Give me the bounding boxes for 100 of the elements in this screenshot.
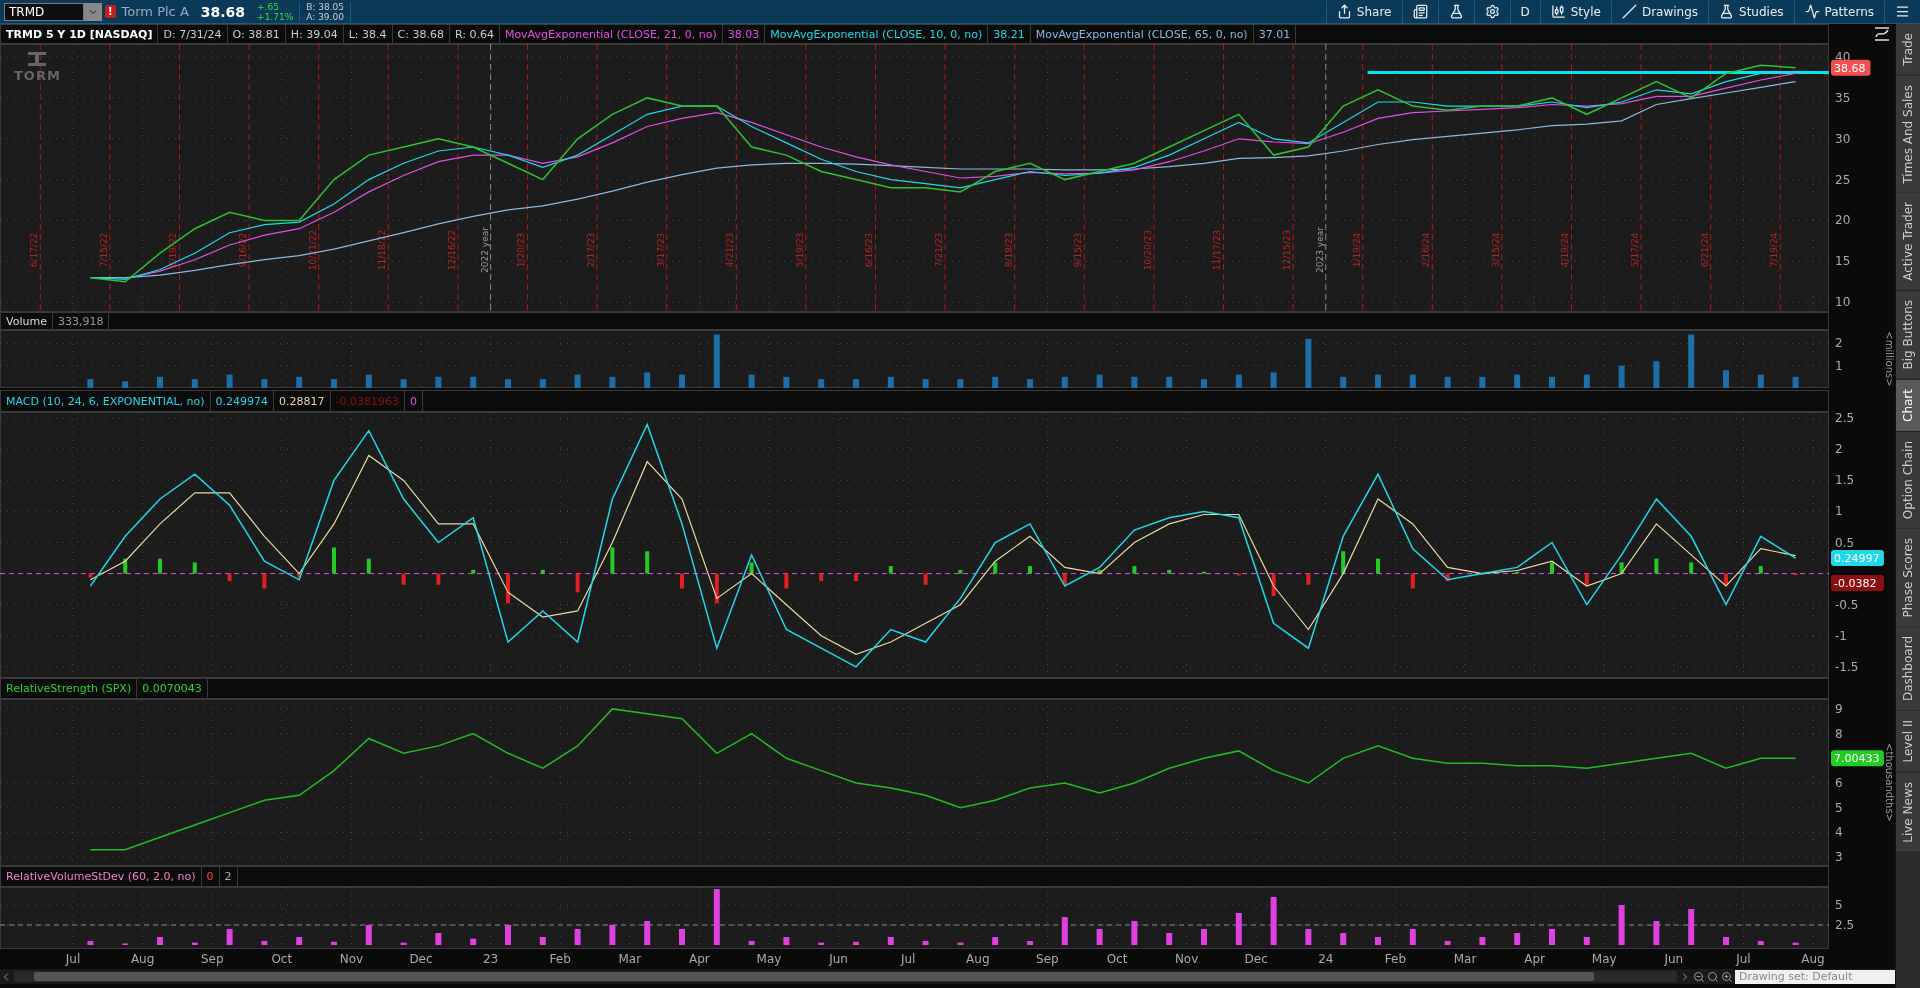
study-icon[interactable] (1873, 26, 1891, 42)
side-tab[interactable]: Phase Scores (1896, 528, 1920, 628)
volume-bar (122, 381, 129, 388)
share-icon (1336, 4, 1352, 19)
volume-bar (470, 376, 477, 388)
search-icon[interactable] (1707, 970, 1719, 983)
scrollbar[interactable] (14, 971, 1677, 982)
volume-bar (435, 376, 442, 388)
histogram-bar (749, 562, 754, 574)
alert-badge[interactable]: ! (105, 5, 116, 18)
histogram-bar (1376, 558, 1380, 574)
date-label: 3/17/23 (655, 232, 666, 268)
date-label: 6/16/23 (864, 232, 875, 268)
volume-bar (1201, 379, 1207, 388)
study-label: MovAvgExponential (CLOSE, 65, 0, no) (1030, 25, 1254, 43)
histogram-bar (993, 562, 998, 574)
side-tab[interactable]: Live News (1896, 773, 1920, 853)
date-label: 6/17/22 (29, 232, 40, 268)
study-label: 333,918 (52, 313, 110, 329)
zoom-in-icon[interactable] (1721, 970, 1733, 983)
month-label: Aug (1801, 952, 1825, 966)
deviation-bar (157, 937, 163, 945)
histogram-bar (227, 573, 232, 582)
period-button[interactable]: D (1509, 0, 1540, 23)
month-label: Mar (1453, 952, 1477, 966)
side-tab[interactable]: Chart (1896, 379, 1920, 432)
date-label: 1/19/24 (1351, 232, 1362, 268)
histogram-bar (1410, 573, 1415, 589)
histogram-bar (819, 573, 824, 582)
deviation-bar (992, 937, 999, 945)
month-label: Mar (618, 952, 642, 966)
volume-bar (1235, 374, 1242, 388)
side-tab[interactable]: Times And Sales (1896, 75, 1920, 194)
month-label: Jul (900, 952, 916, 966)
study-label: 38.03 (722, 25, 766, 43)
study-label: 0 (405, 391, 423, 411)
volume-bar (679, 374, 685, 388)
histogram-bar (1097, 569, 1102, 574)
volume-bar (1757, 374, 1764, 388)
deviation-bar (1479, 937, 1486, 945)
side-tab[interactable]: Trade (1896, 24, 1920, 76)
axis-label: 35 (1835, 90, 1851, 105)
volume-bar (1027, 379, 1033, 388)
month-label: Apr (689, 952, 710, 966)
volume-bar (853, 379, 859, 388)
study-label: MACD (10, 24, 6, EXPONENTIAL, no) (1, 391, 211, 411)
study-label: TRMD 5 Y 1D [NASDAQ] (1, 25, 159, 43)
volume-bar (191, 379, 198, 388)
zoom-out-icon[interactable] (1693, 970, 1705, 983)
month-label: Feb (549, 952, 571, 966)
style-button[interactable]: Style (1539, 0, 1611, 23)
trend-line[interactable] (1367, 71, 1829, 75)
flask-icon (1719, 4, 1735, 19)
patterns-button[interactable]: Patterns (1793, 0, 1884, 23)
date-label: 12/15/23 (1282, 229, 1293, 271)
deviation-bar (470, 938, 477, 945)
study-label: H: 39.04 (285, 25, 344, 43)
volume-bar (957, 379, 964, 388)
axis-label: 5 (1835, 898, 1843, 912)
deviation-bar (644, 921, 651, 945)
month-label: Nov (339, 952, 364, 966)
line-icon (1621, 4, 1637, 19)
date-label: 5/19/23 (794, 232, 805, 268)
value-badge: -0.0382 (1831, 574, 1884, 591)
histogram-bar (1584, 573, 1589, 585)
month-label: 24 (1318, 952, 1334, 966)
side-tab[interactable]: Active Trader (1896, 193, 1920, 292)
axis-label: 25 (1835, 172, 1851, 187)
date-label: 3/15/24 (1490, 232, 1501, 268)
study-label: 37.01 (1253, 25, 1297, 43)
volume-bar (1618, 365, 1625, 388)
drawings-button[interactable]: Drawings (1610, 0, 1709, 23)
volume-bar (644, 372, 651, 388)
deviation-bar (1514, 933, 1521, 945)
histogram-bar (1062, 573, 1067, 585)
deviation-bar (609, 925, 616, 945)
deviation-bar (1201, 929, 1207, 945)
side-tab[interactable]: Level II (1896, 711, 1920, 773)
side-tab[interactable]: Dashboard (1896, 627, 1920, 712)
volume-bar (1061, 376, 1068, 388)
deviation-bar (191, 942, 198, 945)
side-tab[interactable]: Big Buttons (1896, 291, 1920, 380)
histogram-bar (923, 573, 928, 585)
month-label: Sep (1036, 952, 1059, 966)
dropdown-button[interactable] (84, 2, 102, 21)
studies-button[interactable]: Studies (1708, 0, 1794, 23)
histogram-bar (88, 573, 93, 578)
symbol-field[interactable]: TRMD (4, 2, 84, 21)
deviation-bar (853, 941, 859, 945)
histogram-bar (1550, 562, 1554, 574)
date-label: 5/17/24 (1630, 232, 1641, 268)
menu-icon (1895, 4, 1910, 19)
month-label: Dec (1244, 952, 1268, 966)
share-button[interactable]: Share (1325, 0, 1402, 23)
side-tab[interactable]: Option Chain (1896, 431, 1920, 529)
date-label: 2/17/23 (586, 232, 597, 268)
histogram-bar (854, 573, 858, 582)
date-label: 9/15/23 (1073, 232, 1084, 268)
deviation-bar (400, 942, 407, 945)
volume-bar (1653, 361, 1660, 388)
